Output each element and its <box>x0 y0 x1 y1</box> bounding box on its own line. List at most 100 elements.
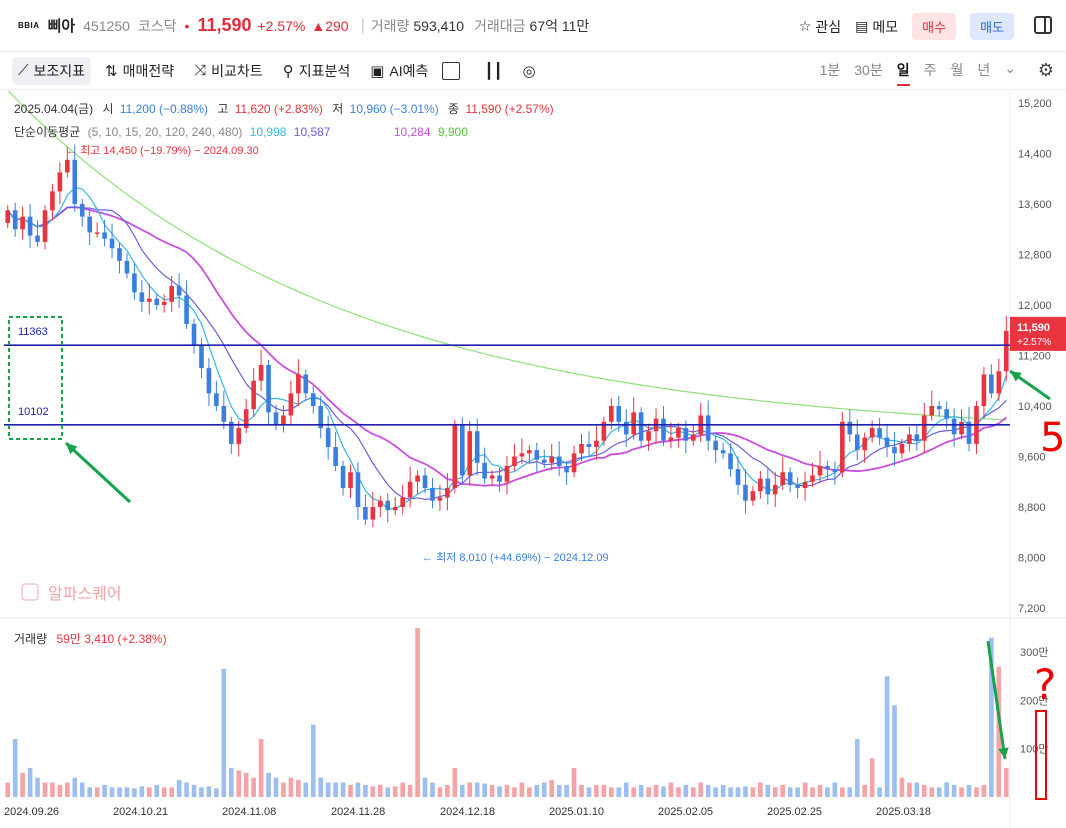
candle-body <box>102 232 107 239</box>
volume-bar <box>966 784 972 797</box>
candle-body <box>273 412 279 425</box>
y-tick-label: 11,200 <box>1018 351 1051 363</box>
period-year[interactable]: 년 <box>977 60 990 86</box>
candle-body <box>27 216 33 236</box>
candle-body <box>869 428 875 438</box>
volume-bar <box>385 787 391 797</box>
strategy-button[interactable]: ⇅ 매매전략 <box>99 57 180 85</box>
candle-body <box>5 210 11 223</box>
candle-body <box>810 475 815 482</box>
candle-body <box>467 431 473 476</box>
candle-body <box>534 450 540 460</box>
volume-bar <box>586 787 592 797</box>
ai-icon: ▣ <box>370 62 385 80</box>
ma-legend: 단순이동평균 (5, 10, 15, 20, 120, 240, 480) 10… <box>14 125 468 139</box>
shuffle-icon: ⤨ <box>194 62 207 79</box>
strategy-icon: ⇅ <box>105 62 118 80</box>
candle-body <box>840 421 845 473</box>
candle-body <box>139 292 145 302</box>
candle-body <box>57 172 63 192</box>
candle-body <box>765 478 771 495</box>
candle-body <box>20 216 25 230</box>
candle-body <box>921 415 927 441</box>
volume-bar <box>676 787 681 797</box>
x-tick-label: 2024.12.18 <box>440 806 495 818</box>
period-day[interactable]: 일 <box>896 60 910 86</box>
candle-body <box>899 443 905 454</box>
candle-body <box>847 421 853 435</box>
volume-bar <box>802 782 808 797</box>
compare-button[interactable]: ⤨ 비교차트 <box>188 57 269 85</box>
candle-body <box>378 500 383 507</box>
volume-bar <box>631 787 636 797</box>
volume-bar <box>214 788 219 797</box>
gear-icon[interactable]: ⚙ <box>1038 60 1054 81</box>
indicator-button[interactable]: ⟋ 보조지표 <box>12 56 92 85</box>
volume-bar <box>877 787 882 797</box>
camera-icon: ◎ <box>522 62 536 80</box>
candle-body <box>392 507 398 511</box>
volume-bar <box>57 784 63 797</box>
screenshot-button[interactable]: ◎ <box>516 58 541 84</box>
period-month[interactable]: 월 <box>950 60 963 86</box>
candle-body <box>661 418 666 441</box>
volume-bar <box>579 784 584 797</box>
period-30min[interactable]: 30분 <box>854 60 882 86</box>
chevron-down-icon[interactable]: ⌄ <box>1004 60 1016 86</box>
candle-body <box>892 447 897 454</box>
volume-bar <box>228 768 234 797</box>
candle-body <box>258 364 264 381</box>
candle-body <box>355 472 361 507</box>
volume-tick-label: 100만 <box>1020 743 1048 756</box>
volume-bar <box>474 782 480 797</box>
candle-body <box>944 409 949 419</box>
volume-bar <box>303 782 309 797</box>
separator: | <box>360 16 365 34</box>
volume-bar <box>154 784 160 797</box>
period-1min[interactable]: 1분 <box>820 60 841 86</box>
volume-bar <box>251 777 256 797</box>
period-week[interactable]: 주 <box>924 60 937 86</box>
volume-bar <box>840 787 845 797</box>
candle-body <box>482 462 487 479</box>
candle-body <box>474 431 480 463</box>
volume-bar <box>974 787 979 797</box>
ai-predict-button[interactable]: ▣ AI예측 <box>364 57 434 85</box>
analysis-button[interactable]: ⚲ 지표분석 <box>277 57 357 85</box>
candle-type-button[interactable]: ┃┃ <box>478 58 508 84</box>
square-tool-icon[interactable] <box>442 61 461 80</box>
y-tick-label: 12,800 <box>1018 250 1052 262</box>
change-absolute: ▲290 <box>311 17 349 34</box>
volume-bar <box>534 784 540 797</box>
volume-bar <box>959 787 964 797</box>
last-price-value: 11,590 <box>1017 322 1050 334</box>
y-tick-label: 10,400 <box>1018 401 1052 413</box>
x-tick-label: 2025.01.10 <box>549 806 604 818</box>
price-chart[interactable]: 15,200 14,400 13,600 12,800 12,000 11,200 10,4… <box>0 91 1066 828</box>
volume-bar <box>914 782 920 797</box>
volume-bar <box>176 780 182 797</box>
x-tick-label: 2024.11.28 <box>331 806 385 818</box>
candle-icon: ┃┃ <box>484 62 503 80</box>
side-panel-icon[interactable] <box>1034 16 1052 34</box>
ma10-line <box>7 206 1007 501</box>
sell-button[interactable]: 매도 <box>970 13 1014 40</box>
volume-bar <box>437 787 443 797</box>
stock-name: 삐아 <box>47 18 76 35</box>
volume-bar <box>50 782 55 797</box>
candle-body <box>191 323 197 347</box>
volume-bar <box>109 787 115 797</box>
candle-body <box>728 453 733 470</box>
buy-button[interactable]: 매수 <box>912 13 957 40</box>
volume-bar <box>653 784 659 797</box>
volume-bar <box>601 784 607 797</box>
volume-bar <box>936 787 942 797</box>
candle-body <box>743 484 748 501</box>
y-tick-label: 8,000 <box>1018 553 1046 565</box>
volume-bar <box>623 782 629 797</box>
candle-body <box>914 434 920 441</box>
volume-bar <box>556 784 562 797</box>
favorite-button[interactable]: ☆ 관심 <box>799 17 841 37</box>
memo-button[interactable]: ▤ 메모 <box>855 17 898 37</box>
volume-bar <box>720 784 726 797</box>
